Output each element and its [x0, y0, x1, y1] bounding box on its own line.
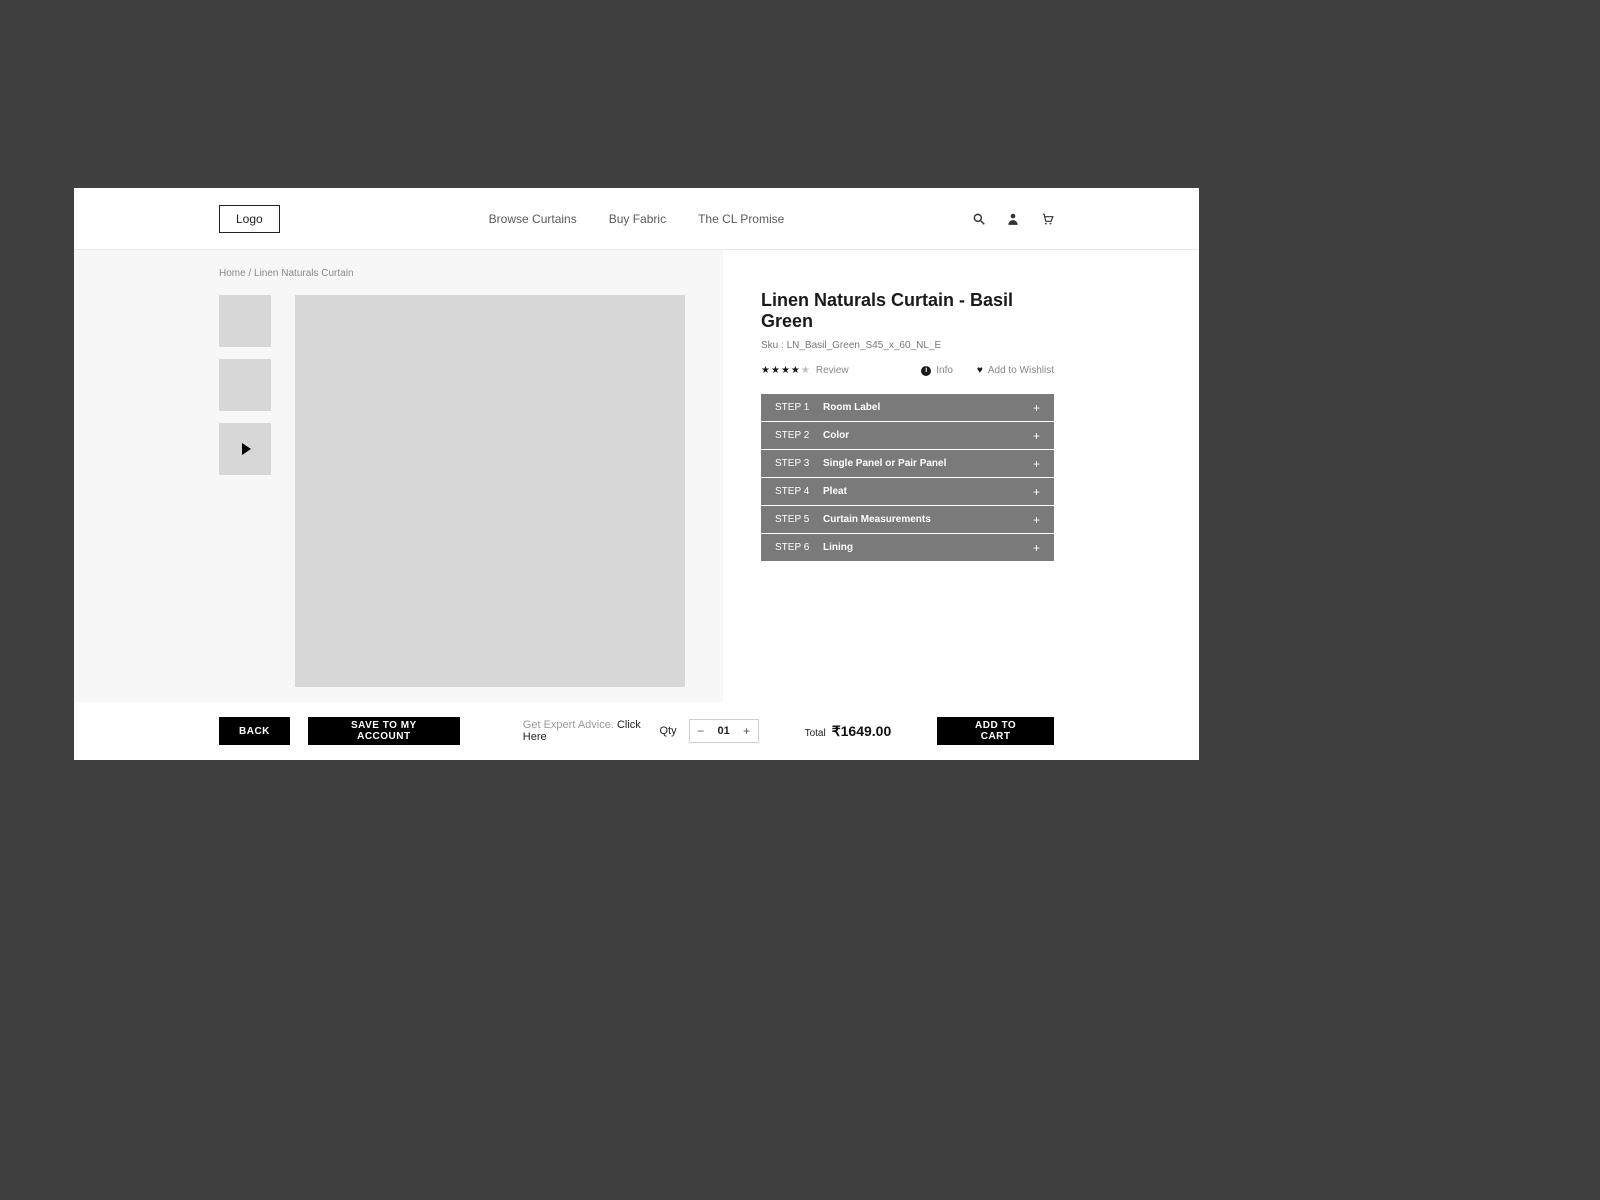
heart-icon: ♥ — [977, 365, 983, 376]
step-label: Room Label — [823, 402, 880, 413]
step-label: Single Panel or Pair Panel — [823, 458, 946, 469]
site-header: Logo Browse Curtains Buy Fabric The CL P… — [74, 188, 1199, 250]
total-amount: ₹1649.00 — [832, 723, 892, 740]
star-icon: ★ — [771, 365, 780, 376]
breadcrumb[interactable]: Home / Linen Naturals Curtain — [219, 268, 685, 279]
play-icon — [242, 443, 251, 455]
main-product-image[interactable] — [295, 295, 685, 687]
plus-icon: + — [1033, 513, 1040, 527]
step-pleat[interactable]: STEP 4 Pleat + — [761, 478, 1054, 505]
step-label: Pleat — [823, 486, 847, 497]
step-number: STEP 3 — [775, 458, 823, 469]
star-icon: ★ — [791, 365, 800, 376]
product-sku: Sku : LN_Basil_Green_S45_x_60_NL_E — [761, 340, 1054, 351]
plus-icon: + — [1033, 401, 1040, 415]
step-color[interactable]: STEP 2 Color + — [761, 422, 1054, 449]
step-number: STEP 1 — [775, 402, 823, 413]
expert-prefix: Get Expert Advice. — [523, 719, 617, 731]
product-meta-row: ★ ★ ★ ★ ★ Review i Info ♥ Add to Wishlis… — [761, 365, 1054, 376]
product-gallery — [219, 295, 685, 687]
wishlist-link[interactable]: ♥ Add to Wishlist — [977, 365, 1054, 376]
qty-decrement[interactable]: − — [690, 724, 712, 738]
plus-icon: + — [1033, 457, 1040, 471]
thumbnail-list — [219, 295, 271, 687]
nav-cl-promise[interactable]: The CL Promise — [698, 212, 784, 226]
back-button[interactable]: BACK — [219, 717, 290, 745]
info-link[interactable]: i Info — [921, 365, 953, 376]
main-nav: Browse Curtains Buy Fabric The CL Promis… — [489, 212, 785, 226]
step-label: Curtain Measurements — [823, 514, 931, 525]
details-column: Linen Naturals Curtain - Basil Green Sku… — [723, 250, 1199, 702]
search-icon[interactable] — [972, 212, 986, 226]
logo[interactable]: Logo — [219, 205, 280, 233]
qty-label: Qty — [659, 725, 676, 737]
step-number: STEP 6 — [775, 542, 823, 553]
thumbnail-1[interactable] — [219, 295, 271, 347]
plus-icon: + — [1033, 429, 1040, 443]
add-to-cart-button[interactable]: ADD TO CART — [937, 717, 1054, 745]
step-lining[interactable]: STEP 6 Lining + — [761, 534, 1054, 561]
plus-icon: + — [1033, 541, 1040, 555]
product-page: Logo Browse Curtains Buy Fabric The CL P… — [74, 188, 1199, 760]
wishlist-label: Add to Wishlist — [988, 365, 1054, 376]
step-number: STEP 4 — [775, 486, 823, 497]
thumbnail-2[interactable] — [219, 359, 271, 411]
info-label: Info — [936, 365, 953, 376]
expert-advice: Get Expert Advice. Click Here — [523, 719, 642, 743]
step-label: Lining — [823, 542, 853, 553]
quantity-stepper: − 01 + — [689, 719, 759, 743]
gallery-column: Home / Linen Naturals Curtain — [74, 250, 723, 702]
total-label: Total — [805, 728, 826, 739]
configuration-steps: STEP 1 Room Label + STEP 2 Color + STEP … — [761, 394, 1054, 561]
total-price: Total ₹1649.00 — [805, 723, 892, 740]
star-icon: ★ — [801, 365, 810, 376]
info-icon: i — [921, 366, 931, 376]
nav-buy-fabric[interactable]: Buy Fabric — [609, 212, 666, 226]
step-number: STEP 5 — [775, 514, 823, 525]
product-body: Home / Linen Naturals Curtain Linen Natu… — [74, 250, 1199, 702]
qty-increment[interactable]: + — [736, 724, 758, 738]
step-number: STEP 2 — [775, 430, 823, 441]
header-actions — [972, 212, 1054, 226]
review-link[interactable]: Review — [816, 365, 849, 376]
save-to-account-button[interactable]: SAVE TO MY ACCOUNT — [308, 717, 460, 745]
thumbnail-video[interactable] — [219, 423, 271, 475]
step-label: Color — [823, 430, 849, 441]
account-icon[interactable] — [1006, 212, 1020, 226]
qty-value: 01 — [712, 725, 736, 737]
star-icon: ★ — [761, 365, 770, 376]
step-room-label[interactable]: STEP 1 Room Label + — [761, 394, 1054, 421]
plus-icon: + — [1033, 485, 1040, 499]
star-icon: ★ — [781, 365, 790, 376]
action-bar: BACK SAVE TO MY ACCOUNT Get Expert Advic… — [74, 702, 1199, 760]
cart-icon[interactable] — [1040, 212, 1054, 226]
quantity-control: Qty − 01 + — [659, 719, 758, 743]
nav-browse-curtains[interactable]: Browse Curtains — [489, 212, 577, 226]
product-title: Linen Naturals Curtain - Basil Green — [761, 290, 1054, 332]
rating-stars[interactable]: ★ ★ ★ ★ ★ — [761, 365, 810, 376]
step-measurements[interactable]: STEP 5 Curtain Measurements + — [761, 506, 1054, 533]
step-panel[interactable]: STEP 3 Single Panel or Pair Panel + — [761, 450, 1054, 477]
